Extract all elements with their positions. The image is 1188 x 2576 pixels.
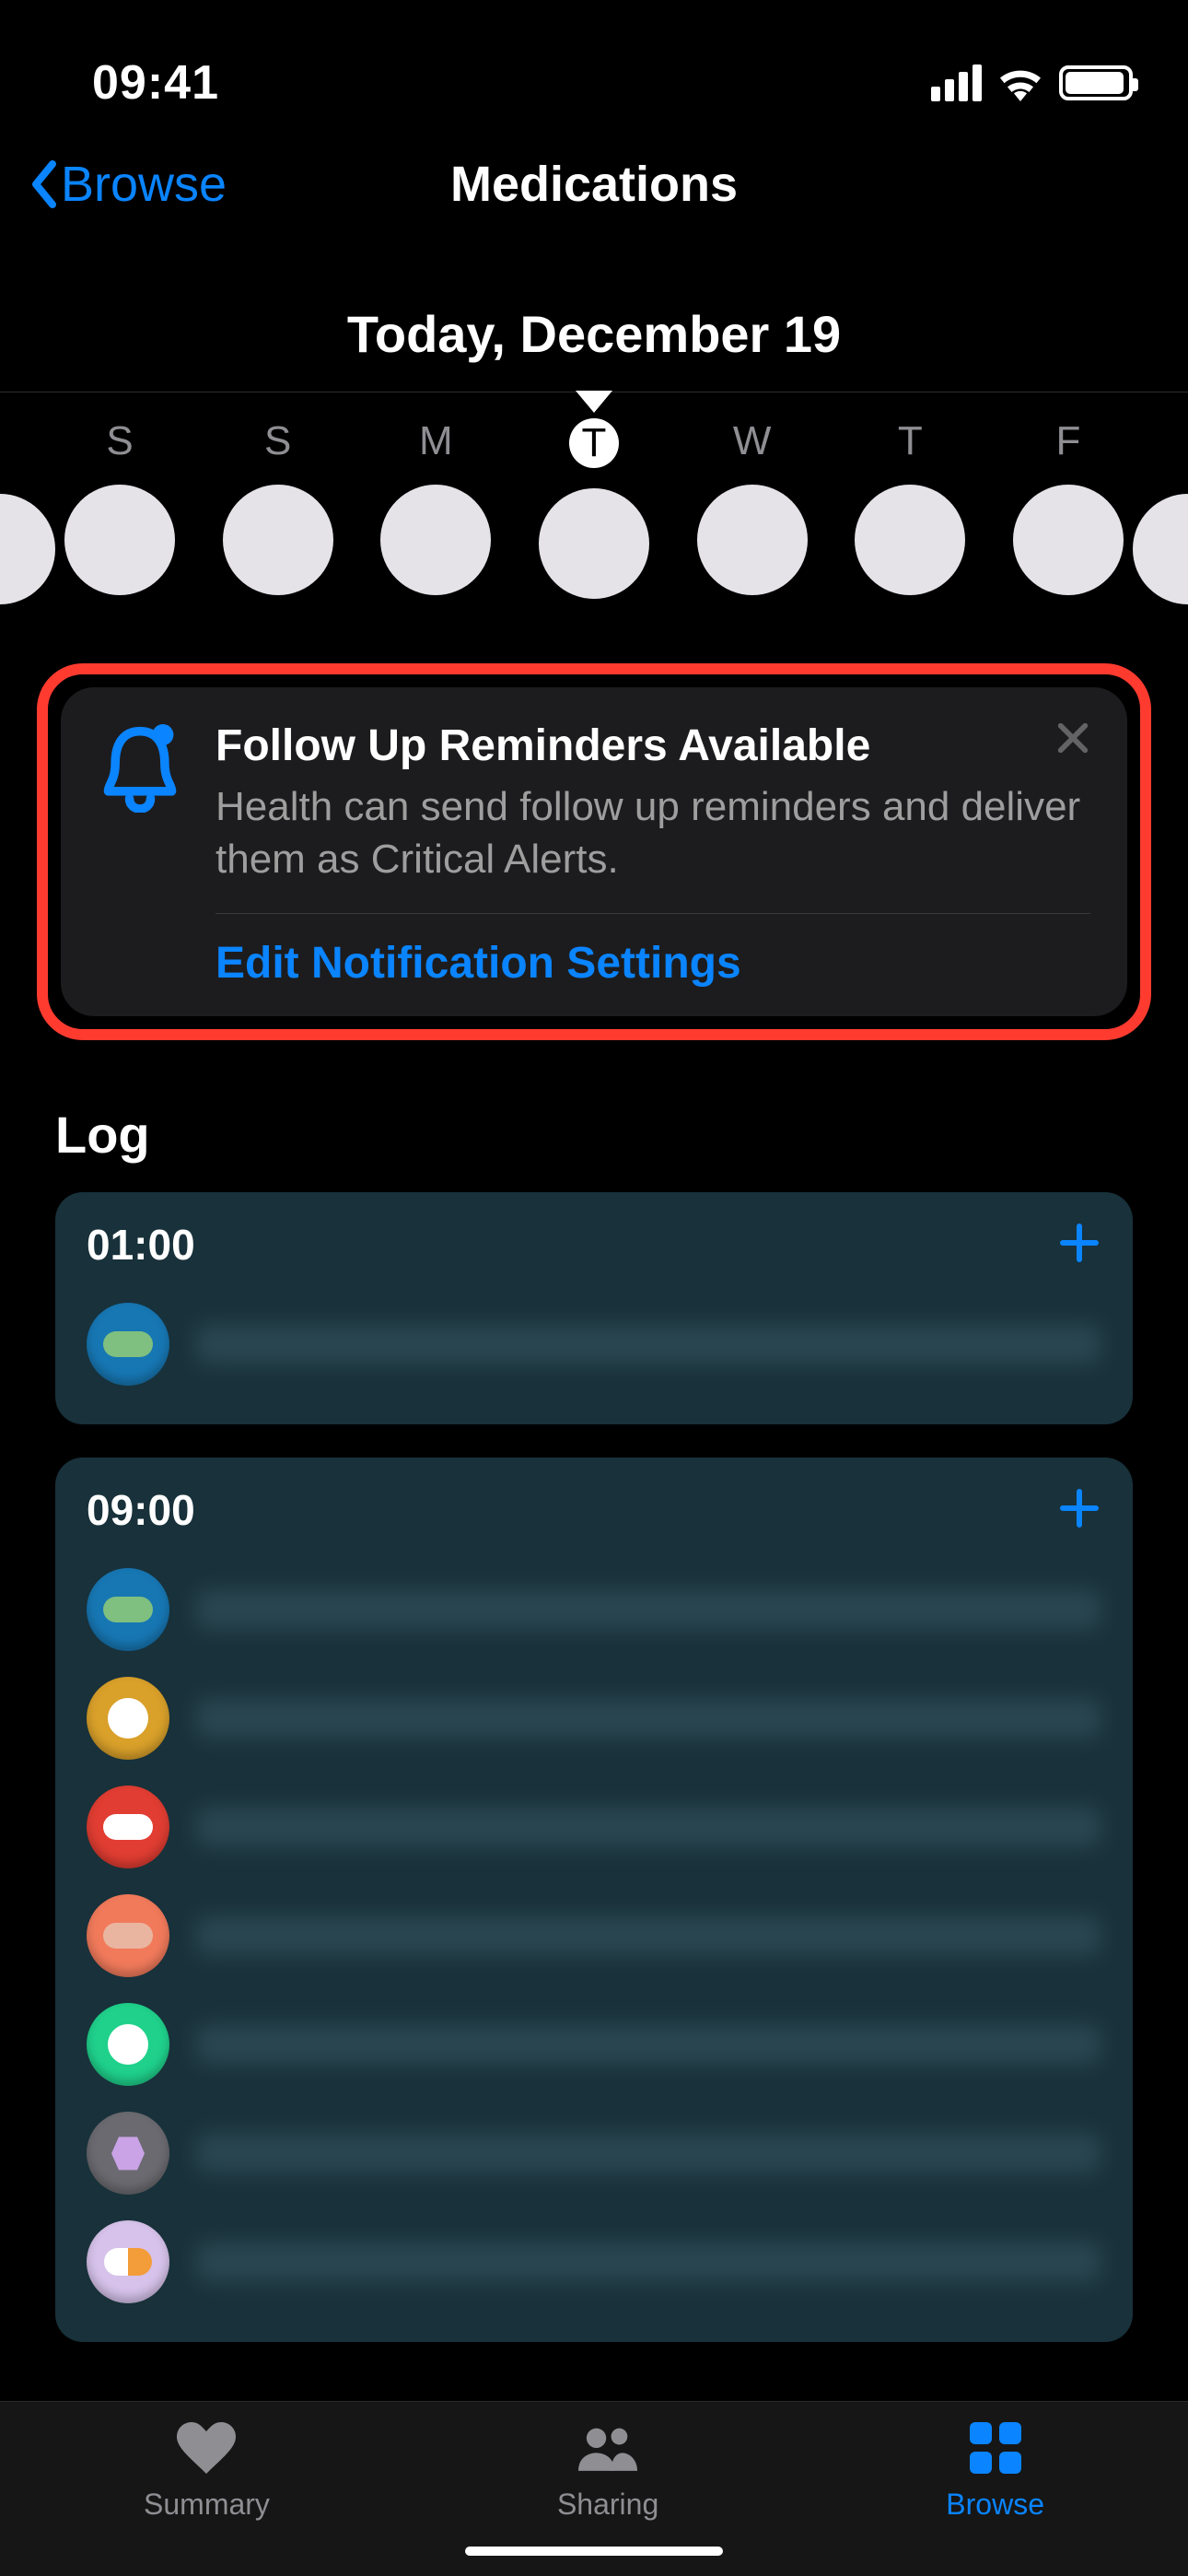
log-time-group: 09:00 bbox=[55, 1458, 1133, 2342]
current-day-marker bbox=[0, 391, 612, 413]
medication-icon bbox=[87, 1786, 169, 1868]
plus-icon bbox=[1057, 1221, 1101, 1265]
heart-icon bbox=[177, 2422, 236, 2478]
plus-icon bbox=[1057, 1486, 1101, 1530]
medication-row[interactable] bbox=[87, 1990, 1101, 2099]
log-section: Log 01:00 09:00 bbox=[0, 1105, 1188, 2576]
medication-row[interactable] bbox=[87, 2207, 1101, 2316]
medication-row[interactable] bbox=[87, 1881, 1101, 1990]
log-section-title: Log bbox=[55, 1105, 1133, 1165]
medication-name-redacted bbox=[195, 1698, 1101, 1739]
medication-name-redacted bbox=[195, 1915, 1101, 1956]
week-day-dot bbox=[1013, 485, 1124, 595]
week-day-label: W bbox=[733, 418, 772, 464]
medication-icon bbox=[87, 1894, 169, 1977]
medication-name-redacted bbox=[195, 1589, 1101, 1630]
close-button[interactable] bbox=[1055, 720, 1090, 760]
week-day[interactable]: T bbox=[855, 418, 965, 599]
home-indicator[interactable] bbox=[465, 2547, 723, 2556]
tab-label: Summary bbox=[144, 2488, 270, 2522]
log-time: 01:00 bbox=[87, 1220, 195, 1270]
highlighted-area: Follow Up Reminders Available Health can… bbox=[37, 663, 1151, 1040]
medication-row[interactable] bbox=[87, 1773, 1101, 1881]
week-day-label: M bbox=[419, 418, 453, 464]
divider bbox=[215, 913, 1090, 914]
page-title: Medications bbox=[450, 156, 738, 213]
week-day[interactable]: T bbox=[539, 418, 649, 599]
week-strip[interactable]: SSMTWTF bbox=[0, 392, 1188, 626]
week-day-dot bbox=[539, 488, 649, 599]
week-day-dot bbox=[697, 485, 808, 595]
week-day-label: T bbox=[569, 418, 619, 468]
tab-summary[interactable]: Summary bbox=[144, 2422, 270, 2522]
week-day[interactable]: W bbox=[697, 418, 808, 599]
medication-name-redacted bbox=[195, 2133, 1101, 2173]
status-time: 09:41 bbox=[92, 55, 219, 111]
edit-notification-settings-link[interactable]: Edit Notification Settings bbox=[215, 938, 1090, 989]
add-medication-button[interactable] bbox=[1057, 1221, 1101, 1270]
back-button[interactable]: Browse bbox=[28, 156, 227, 213]
week-day[interactable]: M bbox=[380, 418, 491, 599]
back-label: Browse bbox=[61, 156, 227, 213]
medication-name-redacted bbox=[195, 2024, 1101, 2065]
notification-title: Follow Up Reminders Available bbox=[215, 720, 1090, 771]
add-medication-button[interactable] bbox=[1057, 1486, 1101, 1535]
week-day-label: F bbox=[1055, 418, 1080, 464]
cellular-icon bbox=[931, 64, 982, 101]
medication-name-redacted bbox=[195, 1807, 1101, 1847]
week-day[interactable]: F bbox=[1013, 418, 1124, 599]
followup-reminder-card: Follow Up Reminders Available Health can… bbox=[61, 687, 1127, 1016]
medication-row[interactable] bbox=[87, 2099, 1101, 2207]
status-indicators bbox=[931, 64, 1133, 101]
chevron-left-icon bbox=[28, 158, 59, 210]
log-time-group: 01:00 bbox=[55, 1192, 1133, 1424]
medication-icon bbox=[87, 1568, 169, 1651]
week-day-label: S bbox=[264, 418, 291, 464]
tab-sharing[interactable]: Sharing bbox=[557, 2422, 658, 2522]
week-day[interactable]: S bbox=[223, 418, 333, 599]
tab-browse[interactable]: Browse bbox=[946, 2422, 1044, 2522]
tab-label: Browse bbox=[946, 2488, 1044, 2522]
status-bar: 09:41 bbox=[0, 28, 1188, 138]
week-day-dot bbox=[855, 485, 965, 595]
notification-description: Health can send follow up reminders and … bbox=[215, 780, 1090, 885]
medication-name-redacted bbox=[195, 2242, 1101, 2282]
log-time: 09:00 bbox=[87, 1485, 195, 1535]
bell-icon bbox=[94, 720, 186, 885]
date-header: Today, December 19 bbox=[0, 304, 1188, 364]
medication-name-redacted bbox=[195, 1324, 1101, 1364]
nav-bar: Browse Medications bbox=[0, 138, 1188, 230]
week-day-label: T bbox=[898, 418, 923, 464]
battery-icon bbox=[1059, 65, 1133, 100]
grid-icon bbox=[966, 2422, 1025, 2478]
medication-row[interactable] bbox=[87, 1290, 1101, 1399]
week-day-dot bbox=[64, 485, 175, 595]
tab-label: Sharing bbox=[557, 2488, 658, 2522]
medication-row[interactable] bbox=[87, 1664, 1101, 1773]
week-day-dot bbox=[223, 485, 333, 595]
medication-icon bbox=[87, 2220, 169, 2303]
medication-icon bbox=[87, 2003, 169, 2086]
medication-row[interactable] bbox=[87, 1555, 1101, 1664]
medication-icon bbox=[87, 1303, 169, 1386]
week-day-dot bbox=[380, 485, 491, 595]
medication-icon bbox=[87, 2112, 169, 2195]
medication-icon bbox=[87, 1677, 169, 1760]
wifi-icon bbox=[998, 64, 1042, 101]
people-icon bbox=[578, 2422, 637, 2478]
close-icon bbox=[1055, 720, 1090, 755]
week-day[interactable]: S bbox=[64, 418, 175, 599]
week-day-label: S bbox=[106, 418, 133, 464]
